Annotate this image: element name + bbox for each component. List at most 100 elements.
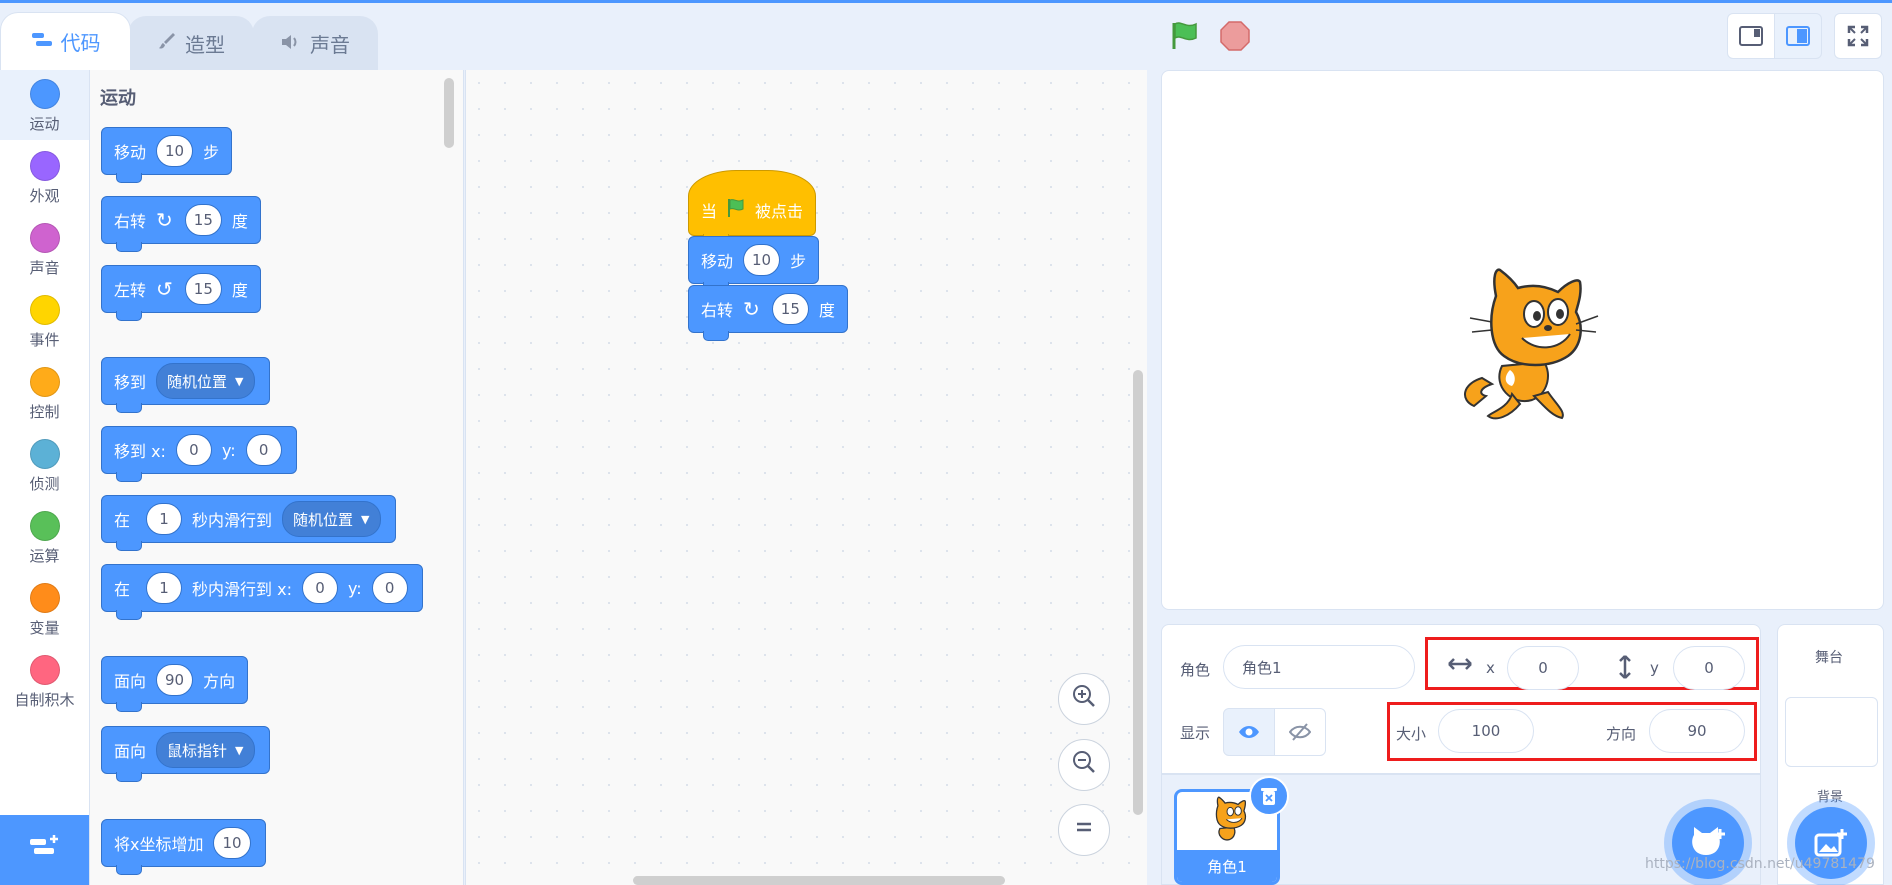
category-variables[interactable]: 变量 xyxy=(0,574,89,644)
sprite-name-label: 角色 xyxy=(1180,661,1211,679)
small-stage-icon xyxy=(1739,26,1763,46)
y-input[interactable]: 0 xyxy=(245,434,282,466)
category-label: 事件 xyxy=(29,331,60,349)
script-block-move-steps[interactable]: 移动 10 步 xyxy=(688,236,820,292)
fullscreen-icon xyxy=(1847,25,1869,47)
script-vertical-scrollbar[interactable] xyxy=(1133,370,1143,815)
seconds-input[interactable]: 1 xyxy=(146,503,183,535)
category-motion[interactable]: 运动 xyxy=(0,70,89,140)
block-label: 步 xyxy=(790,252,807,271)
rotate-right-icon: ↻ xyxy=(156,208,173,232)
tab-code[interactable]: 代码 xyxy=(0,12,131,70)
green-flag-button[interactable] xyxy=(1168,20,1200,52)
tab-costumes[interactable]: 造型 xyxy=(128,16,254,70)
block-label: 面向 xyxy=(114,672,147,691)
block-go-to-xy[interactable]: 移到 x: 0 y: 0 xyxy=(101,426,297,482)
block-label: 秒内滑行到 x: xyxy=(192,580,292,599)
zoom-out-icon xyxy=(1071,749,1097,781)
category-dot-icon xyxy=(29,79,60,109)
backdrops-label: 背景 xyxy=(1817,790,1844,805)
category-sound[interactable]: 声音 xyxy=(0,214,89,284)
backdrop-thumbnail[interactable] xyxy=(1785,697,1878,767)
block-turn-left[interactable]: 左转 ↺ 15 度 xyxy=(101,265,261,321)
seconds-input[interactable]: 1 xyxy=(146,572,183,604)
category-sensing[interactable]: 侦测 xyxy=(0,430,89,500)
steps-input[interactable]: 10 xyxy=(156,135,194,167)
block-point-towards[interactable]: 面向 鼠标指针 ▼ xyxy=(101,726,270,782)
point-towards-dropdown[interactable]: 鼠标指针 ▼ xyxy=(156,732,255,768)
script-block-turn-right[interactable]: 右转 ↻ 15 度 xyxy=(688,285,848,341)
hide-sprite-button[interactable] xyxy=(1274,708,1326,756)
tab-sounds-label: 声音 xyxy=(310,33,350,57)
block-glide-to-xy[interactable]: 在 1 秒内滑行到 x: 0 y: 0 xyxy=(101,564,423,620)
vertical-arrows-icon xyxy=(1618,654,1632,684)
block-label: 秒内滑行到 xyxy=(192,511,273,530)
category-dot-icon xyxy=(29,151,60,181)
tab-sounds[interactable]: 声音 xyxy=(252,16,378,70)
category-events[interactable]: 事件 xyxy=(0,286,89,356)
fullscreen-button[interactable] xyxy=(1834,13,1882,59)
degrees-input[interactable]: 15 xyxy=(184,204,222,236)
direction-input[interactable]: 90 xyxy=(156,664,194,696)
glide-dropdown[interactable]: 随机位置 ▼ xyxy=(282,501,381,537)
x-change-input[interactable]: 10 xyxy=(213,827,251,859)
large-stage-button[interactable] xyxy=(1774,13,1822,59)
category-dot-icon xyxy=(29,655,60,685)
palette-section-title: 运动 xyxy=(100,88,136,109)
chevron-down-icon: ▼ xyxy=(235,374,244,388)
zoom-reset-button[interactable] xyxy=(1058,804,1110,856)
block-glide-to[interactable]: 在 1 秒内滑行到 随机位置 ▼ xyxy=(101,495,396,551)
script-horizontal-scrollbar[interactable] xyxy=(633,876,1005,885)
block-point-in-direction[interactable]: 面向 90 方向 xyxy=(101,656,249,712)
degrees-input[interactable]: 15 xyxy=(771,293,809,325)
category-label: 运算 xyxy=(29,547,60,565)
zoom-out-button[interactable] xyxy=(1058,739,1110,791)
size-input[interactable]: 100 xyxy=(1438,709,1534,753)
block-change-x[interactable]: 将x坐标增加 10 xyxy=(101,819,266,875)
category-control[interactable]: 控制 xyxy=(0,358,89,428)
add-extension-button[interactable] xyxy=(0,815,89,885)
chevron-down-icon: ▼ xyxy=(235,743,244,757)
degrees-input[interactable]: 15 xyxy=(184,273,222,305)
eye-hidden-icon xyxy=(1289,723,1311,741)
cat-sprite-thumbnail-icon xyxy=(1215,796,1247,841)
palette-scrollbar[interactable] xyxy=(444,78,454,148)
steps-input[interactable]: 10 xyxy=(743,244,781,276)
extension-icon xyxy=(28,833,62,868)
show-sprite-button[interactable] xyxy=(1223,708,1275,756)
direction-input[interactable]: 90 xyxy=(1649,709,1745,753)
x-position-input[interactable]: 0 xyxy=(1507,646,1579,690)
block-turn-right[interactable]: 右转 ↻ 15 度 xyxy=(101,196,261,252)
category-looks[interactable]: 外观 xyxy=(0,142,89,212)
block-move-steps[interactable]: 移动 10 步 xyxy=(101,127,233,183)
category-operators[interactable]: 运算 xyxy=(0,502,89,572)
y-position-input[interactable]: 0 xyxy=(1673,646,1745,690)
x-label: x xyxy=(1486,659,1495,677)
dropdown-value: 鼠标指针 xyxy=(167,741,228,760)
block-label: 方向 xyxy=(203,672,236,691)
zoom-in-button[interactable] xyxy=(1058,673,1110,725)
stage-canvas[interactable] xyxy=(1161,70,1884,610)
eye-icon xyxy=(1239,726,1259,738)
category-my-blocks[interactable]: 自制积木 xyxy=(0,646,89,716)
block-when-flag-clicked[interactable]: 当 被点击 xyxy=(688,170,817,244)
x-input[interactable]: 0 xyxy=(301,572,338,604)
tab-costumes-label: 造型 xyxy=(185,33,225,57)
go-to-dropdown[interactable]: 随机位置 ▼ xyxy=(156,363,255,399)
delete-sprite-button[interactable] xyxy=(1249,776,1289,816)
top-accent-line xyxy=(0,0,1892,3)
category-label: 外观 xyxy=(29,187,60,205)
block-go-to[interactable]: 移到 随机位置 ▼ xyxy=(101,357,270,413)
trash-icon xyxy=(1261,788,1277,805)
x-input[interactable]: 0 xyxy=(175,434,212,466)
category-label: 声音 xyxy=(29,259,60,277)
block-label: 当 xyxy=(701,202,718,221)
block-label: 步 xyxy=(203,143,220,162)
y-input[interactable]: 0 xyxy=(371,572,408,604)
y-label: y xyxy=(1650,659,1659,677)
block-label: 移动 xyxy=(701,252,734,271)
sprite-name-input[interactable]: 角色1 xyxy=(1223,645,1415,689)
stop-button[interactable] xyxy=(1219,20,1251,52)
cat-sprite[interactable] xyxy=(1452,266,1602,426)
small-stage-button[interactable] xyxy=(1727,13,1775,59)
